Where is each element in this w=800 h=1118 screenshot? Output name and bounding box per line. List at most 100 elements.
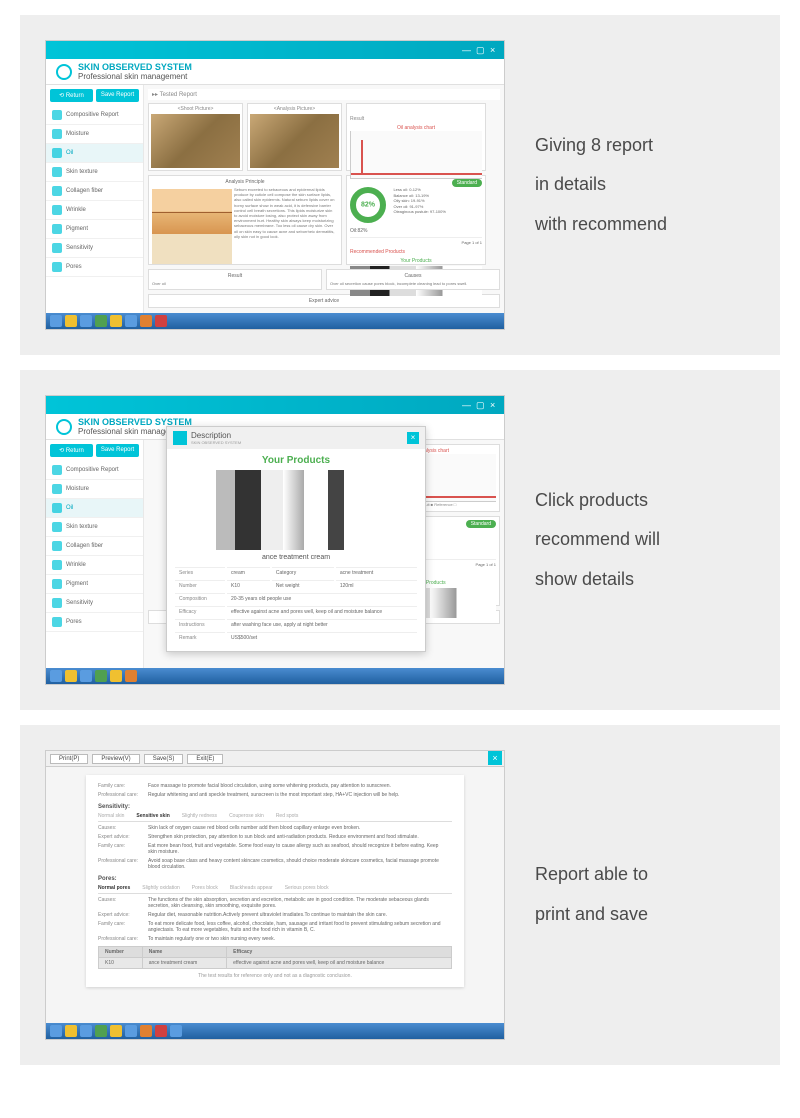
return-button[interactable]: ⟲ Return [50,89,93,102]
sidebar-item-sensitivity[interactable]: Sensitivity [46,239,143,258]
task-icon[interactable] [95,1025,107,1037]
task-icon[interactable] [140,1025,152,1037]
maximize-icon[interactable]: ▢ [476,400,486,410]
oil-chart: Result Oil analysis chart Analysis resul… [346,103,486,171]
sidebar-item-wrinkle[interactable]: Wrinkle [46,201,143,220]
logo-icon [56,64,72,80]
task-icon[interactable] [110,315,122,327]
task-icon[interactable] [80,1025,92,1037]
task-icon[interactable] [65,1025,77,1037]
task-icon[interactable] [110,670,122,682]
sidebar-item-oil[interactable]: Oil [46,499,143,518]
document-page: Family care:Face massage to promote faci… [86,775,464,987]
chart-reference-line [351,173,482,175]
sidebar-item-moisture[interactable]: Moisture [46,480,143,499]
sidebar-item-moisture[interactable]: Moisture [46,125,143,144]
task-icon[interactable] [65,315,77,327]
sidebar-item-pigment[interactable]: Pigment [46,220,143,239]
start-icon[interactable] [50,315,62,327]
save-report-button[interactable]: Save Report [96,444,139,457]
panel-3: Print(P) Preview(V) Save(S) Exit(E) × Fa… [20,725,780,1065]
save-button[interactable]: Save(S) [144,754,184,764]
start-icon[interactable] [50,1025,62,1037]
sidebar-item-pores[interactable]: Pores [46,258,143,277]
caption-3: Report able to print and save [535,855,755,934]
preview-button[interactable]: Preview(V) [92,754,139,764]
skin-diagram-image [152,189,232,264]
print-toolbar: Print(P) Preview(V) Save(S) Exit(E) × [46,751,504,767]
return-button[interactable]: ⟲ Return [50,444,93,457]
dots-icon [52,579,62,589]
grid-icon [52,167,62,177]
sidebar-item-texture[interactable]: Skin texture [46,518,143,537]
task-icon[interactable] [95,315,107,327]
task-icon[interactable] [110,1025,122,1037]
sensitivity-tabs: Normal skin Sensitive skin Slightly redn… [98,813,452,822]
standard-badge: Standard [466,520,496,528]
donut-chart: 82% [350,187,386,223]
close-icon[interactable]: × [490,45,500,55]
sidebar-item-sensitivity[interactable]: Sensitivity [46,594,143,613]
close-icon[interactable]: × [488,751,502,765]
cube-icon [173,431,187,445]
chart-plot-area [350,131,482,179]
fiber-icon [52,541,62,551]
task-icon[interactable] [125,1025,137,1037]
product-description-modal: Description SKIN OBSERVED SYSTEM × Your … [166,426,426,652]
pores-tabs: Normal pores Slightly oxidation Pores bl… [98,885,452,894]
sidebar-item-pigment[interactable]: Pigment [46,575,143,594]
task-icon[interactable] [125,670,137,682]
sidebar-item-oil[interactable]: Oil [46,144,143,163]
task-icon[interactable] [140,315,152,327]
logo-icon [56,419,72,435]
pulse-icon [52,243,62,253]
sidebar-item-wrinkle[interactable]: Wrinkle [46,556,143,575]
taskbar[interactable] [46,1023,504,1039]
task-icon[interactable] [125,315,137,327]
report-icon [52,110,62,120]
sidebar-item-pores[interactable]: Pores [46,613,143,632]
causes-cell: Causes Over oil secretion cause pores bl… [326,269,500,290]
sidebar-item-compositive[interactable]: Compositive Report [46,461,143,480]
main-content: ▸▸ Tested Report <Shoot Picture> <Analys… [144,85,504,315]
pores-icon [52,617,62,627]
sidebar-item-collagen[interactable]: Collagen fiber [46,182,143,201]
sidebar-item-compositive[interactable]: Compositive Report [46,106,143,125]
modal-close-button[interactable]: × [407,432,419,444]
task-icon[interactable] [80,315,92,327]
maximize-icon[interactable]: ▢ [476,45,486,55]
task-icon[interactable] [170,1025,182,1037]
standard-badge: Standard [452,179,482,187]
start-icon[interactable] [50,670,62,682]
save-report-button[interactable]: Save Report [96,89,139,102]
dots-icon [52,224,62,234]
result-cell: Result Over oil [148,269,322,290]
analysis-picture-box: <Analysis Picture> [247,103,342,171]
taskbar[interactable] [46,313,504,329]
task-icon[interactable] [155,315,167,327]
panel-1: — ▢ × SKIN OBSERVED SYSTEM Professional … [20,15,780,355]
wave-icon [52,560,62,570]
pulse-icon [52,598,62,608]
print-button[interactable]: Print(P) [50,754,88,764]
minimize-icon[interactable]: — [462,400,472,410]
analysis-principle-box: Analysis Principle Sebum excreted to seb… [148,175,342,265]
task-icon[interactable] [80,670,92,682]
caption-1: Giving 8 report in details with recommen… [535,126,755,245]
task-icon[interactable] [155,1025,167,1037]
task-icon[interactable] [95,670,107,682]
droplet-icon [52,129,62,139]
sidebar-item-texture[interactable]: Skin texture [46,163,143,182]
close-icon[interactable]: × [490,400,500,410]
fiber-icon [52,186,62,196]
taskbar[interactable] [46,668,504,684]
shoot-picture-image [151,114,240,168]
sidebar-item-collagen[interactable]: Collagen fiber [46,537,143,556]
result-box: Standard 82% Less oil: 0-12% Balance oil… [346,175,486,265]
analysis-picture-image [250,114,339,168]
print-document-area[interactable]: Family care:Face massage to promote faci… [46,767,504,1025]
exit-button[interactable]: Exit(E) [187,754,223,764]
screenshot-modal: — ▢ × SKIN OBSERVED SYSTEM Professional … [45,395,505,685]
minimize-icon[interactable]: — [462,45,472,55]
task-icon[interactable] [65,670,77,682]
